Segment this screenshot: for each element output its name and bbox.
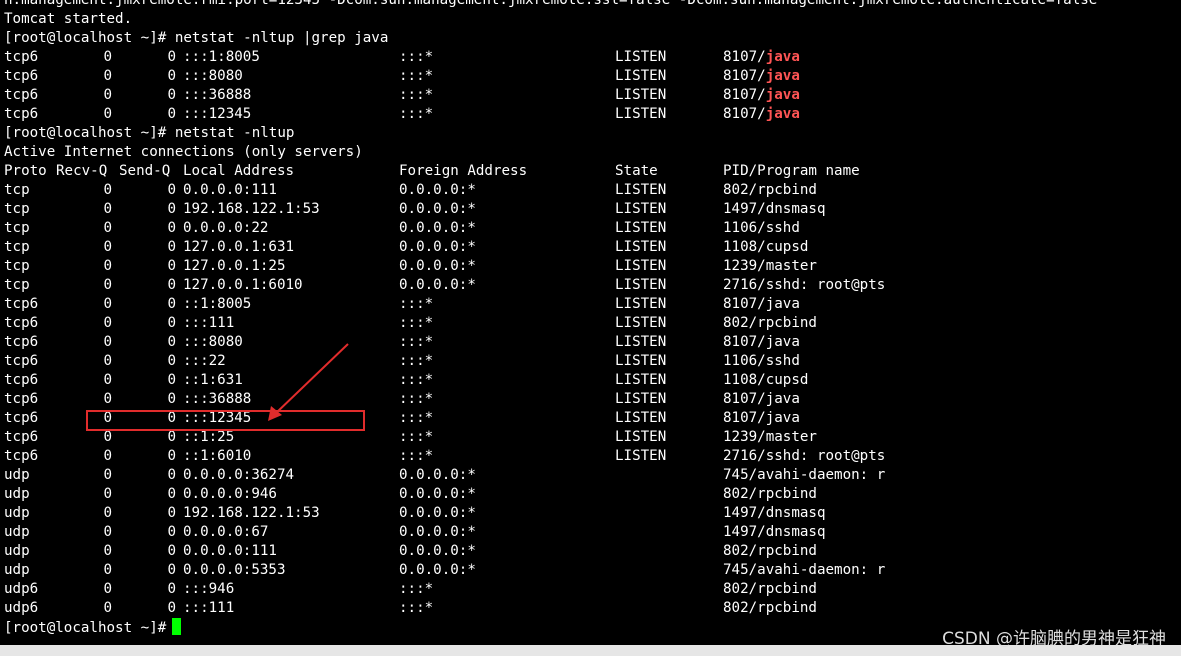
csdn-watermark: CSDN @许脑腆的男神是狂神 — [942, 629, 1166, 649]
annotation-arrow-icon — [268, 343, 349, 421]
terminal-window[interactable]: n.management.jmxremote.rmi.port=12345 -D… — [0, 0, 1181, 645]
